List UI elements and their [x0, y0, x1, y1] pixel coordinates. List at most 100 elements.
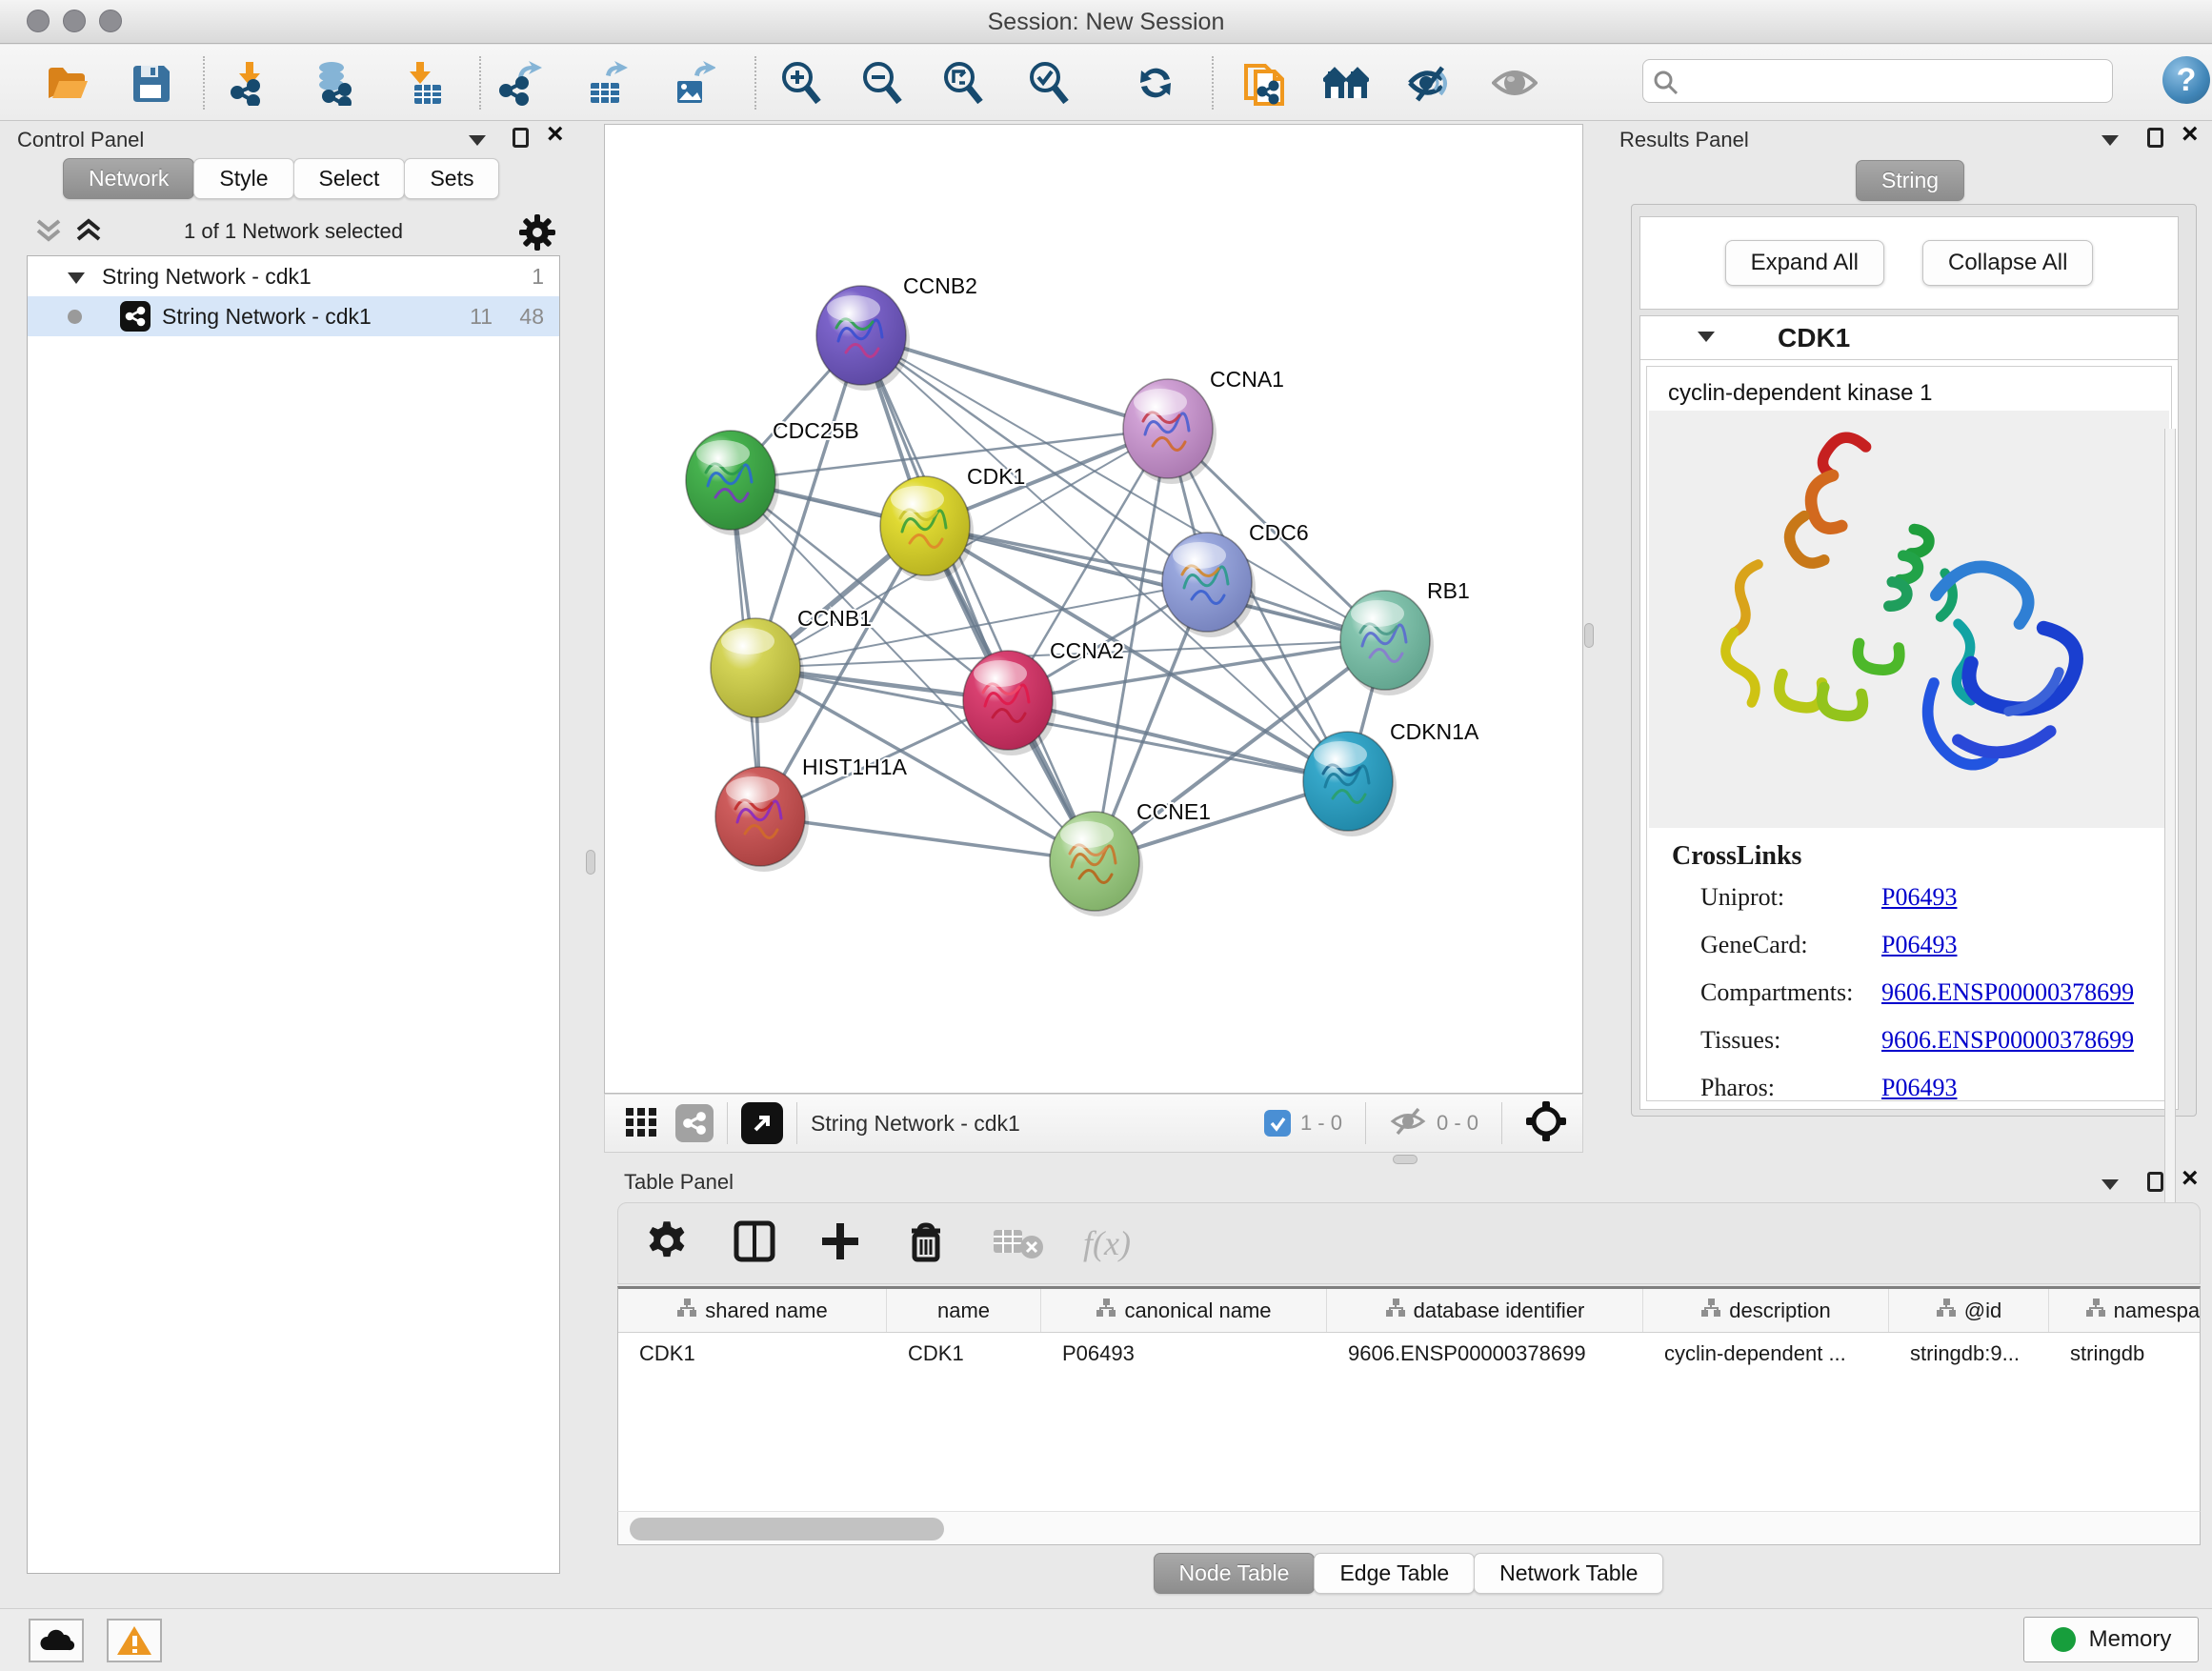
- right-splitter-handle[interactable]: [1584, 623, 1594, 648]
- table-panel-menu-button[interactable]: [2101, 1178, 2119, 1195]
- table-cell[interactable]: stringdb: [2049, 1333, 2201, 1375]
- node-position-crosshair-icon[interactable]: [1525, 1100, 1567, 1147]
- selected-count-checkbox[interactable]: [1264, 1110, 1291, 1137]
- delete-table-icon[interactable]: [992, 1222, 1045, 1265]
- show-selected-eye-icon[interactable]: [1492, 60, 1538, 106]
- crosslink-link[interactable]: P06493: [1881, 931, 1957, 959]
- table-scrollbar-thumb[interactable]: [630, 1518, 944, 1540]
- table-cell[interactable]: cyclin-dependent ...: [1643, 1333, 1889, 1375]
- network-node-HIST1H1A[interactable]: HIST1H1A: [715, 755, 908, 872]
- results-tab-string[interactable]: String: [1856, 160, 1964, 201]
- tab-network[interactable]: Network: [63, 158, 194, 199]
- add-column-plus-icon[interactable]: [818, 1219, 862, 1268]
- zoom-selected-icon[interactable]: [1026, 60, 1072, 106]
- export-table-icon[interactable]: [583, 60, 629, 106]
- table-cell[interactable]: CDK1: [887, 1333, 1041, 1375]
- column-header-name[interactable]: name: [887, 1289, 1041, 1332]
- crosslink-link[interactable]: P06493: [1881, 883, 1957, 912]
- table-cell[interactable]: 9606.ENSP00000378699: [1327, 1333, 1643, 1375]
- results-scrollbar[interactable]: [2164, 429, 2176, 1219]
- cloud-button[interactable]: [29, 1619, 84, 1662]
- control-panel-close-button[interactable]: ×: [547, 124, 564, 148]
- function-builder-icon[interactable]: f(x): [1083, 1223, 1131, 1263]
- import-network-file-icon[interactable]: [227, 60, 272, 106]
- table-panel-close-button[interactable]: ×: [2182, 1168, 2199, 1192]
- table-cell[interactable]: CDK1: [618, 1333, 887, 1375]
- network-node-CDC6[interactable]: CDC6: [1162, 520, 1309, 637]
- export-image-icon[interactable]: [670, 60, 715, 106]
- table-tab-node-table[interactable]: Node Table: [1154, 1553, 1316, 1594]
- network-node-CDK1[interactable]: CDK1: [880, 464, 1025, 581]
- network-label: String Network - cdk1: [162, 304, 372, 330]
- crosslink-link[interactable]: 9606.ENSP00000378699: [1881, 1026, 2134, 1055]
- tab-select[interactable]: Select: [293, 158, 406, 199]
- bottom-splitter-handle[interactable]: [1393, 1155, 1418, 1164]
- show-columns-icon[interactable]: [733, 1219, 776, 1268]
- control-panel-menu-button[interactable]: [469, 133, 486, 151]
- tab-style[interactable]: Style: [193, 158, 293, 199]
- warning-button[interactable]: [107, 1619, 162, 1662]
- column-header-shared-name[interactable]: shared name: [618, 1289, 887, 1332]
- results-panel-menu-button[interactable]: [2101, 133, 2119, 151]
- network-view-icon[interactable]: [675, 1104, 714, 1142]
- help-button[interactable]: ?: [2162, 56, 2210, 104]
- import-table-icon[interactable]: [399, 60, 445, 106]
- zoom-fit-icon[interactable]: [940, 60, 986, 106]
- column-header-canonical-name[interactable]: canonical name: [1041, 1289, 1327, 1332]
- delete-column-trash-icon[interactable]: [904, 1219, 948, 1268]
- table-panel-float-button[interactable]: [2147, 1172, 2163, 1197]
- column-header-database-identifier[interactable]: database identifier: [1327, 1289, 1643, 1332]
- search-input[interactable]: [1685, 62, 2104, 100]
- zoom-out-icon[interactable]: [859, 60, 905, 106]
- network-canvas[interactable]: CCNB2CCNA1CDC25BCDK1CDC6RB1CCNB1CCNA2CDK…: [604, 124, 1583, 1094]
- network-node-RB1[interactable]: RB1: [1340, 578, 1470, 695]
- export-network-icon[interactable]: [497, 60, 543, 106]
- network-node-CDKN1A[interactable]: CDKN1A: [1303, 719, 1479, 836]
- network-edge[interactable]: [760, 816, 1095, 861]
- column-header-@id[interactable]: @id: [1889, 1289, 2049, 1332]
- table-cell[interactable]: stringdb:9...: [1889, 1333, 2049, 1375]
- network-edge[interactable]: [861, 335, 1095, 861]
- gene-collapse-triangle[interactable]: [1698, 330, 1715, 347]
- crosslink-link[interactable]: P06493: [1881, 1074, 1957, 1102]
- refresh-icon[interactable]: [1134, 60, 1179, 106]
- crosslink-link[interactable]: 9606.ENSP00000378699: [1881, 978, 2134, 1007]
- detach-view-icon[interactable]: [741, 1102, 783, 1144]
- gene-entry-header[interactable]: CDK1: [1640, 316, 2178, 360]
- table-cell[interactable]: P06493: [1041, 1333, 1327, 1375]
- network-node-CCNA1[interactable]: CCNA1: [1123, 367, 1284, 484]
- collection-expand-triangle[interactable]: [68, 264, 85, 290]
- network-options-gear-icon[interactable]: /* teeth drawn by render script */: [518, 213, 556, 256]
- column-header-description[interactable]: description: [1643, 1289, 1889, 1332]
- results-panel-close-button[interactable]: ×: [2182, 124, 2199, 148]
- network-node-CDC25B[interactable]: CDC25B: [686, 418, 859, 535]
- open-session-icon[interactable]: [44, 60, 90, 106]
- expand-all-button[interactable]: Expand All: [1725, 240, 1884, 286]
- network-row[interactable]: String Network - cdk1 11 48: [28, 296, 559, 336]
- zoom-in-icon[interactable]: [778, 60, 824, 106]
- network-node-CCNB2[interactable]: CCNB2: [816, 273, 977, 391]
- results-panel-float-button[interactable]: [2147, 128, 2163, 152]
- table-tab-network-table[interactable]: Network Table: [1474, 1553, 1663, 1594]
- column-header-label: shared name: [705, 1299, 827, 1323]
- table-row[interactable]: CDK1CDK1P064939606.ENSP00000378699cyclin…: [618, 1333, 2200, 1375]
- table-horizontal-scrollbar[interactable]: [617, 1511, 2201, 1545]
- tab-sets[interactable]: Sets: [404, 158, 499, 199]
- memory-button[interactable]: Memory: [2023, 1617, 2199, 1662]
- network-node-CCNE1[interactable]: CCNE1: [1050, 799, 1211, 916]
- network-overview-houses-icon[interactable]: [1323, 60, 1369, 106]
- share-document-icon[interactable]: [1242, 60, 1288, 106]
- column-header-namespace[interactable]: namespace: [2049, 1289, 2201, 1332]
- table-settings-gear-icon[interactable]: [645, 1219, 689, 1268]
- table-tab-edge-table[interactable]: Edge Table: [1314, 1553, 1475, 1594]
- grid-view-icon[interactable]: [624, 1104, 658, 1143]
- hide-selected-eye-slash-icon[interactable]: [1406, 60, 1452, 106]
- collapse-all-button[interactable]: Collapse All: [1922, 240, 2093, 286]
- network-edge[interactable]: [1008, 700, 1348, 781]
- left-splitter-handle[interactable]: [586, 850, 595, 875]
- import-network-database-icon[interactable]: [312, 60, 358, 106]
- save-session-icon[interactable]: [128, 60, 173, 106]
- node-label: CDKN1A: [1390, 719, 1479, 744]
- network-collection-row[interactable]: String Network - cdk1 1: [28, 256, 559, 296]
- control-panel-float-button[interactable]: [513, 128, 529, 152]
